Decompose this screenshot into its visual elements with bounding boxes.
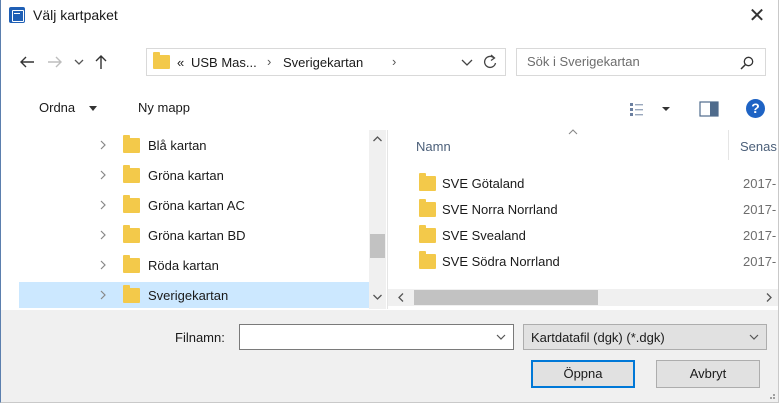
folder-icon — [123, 225, 140, 243]
filename-input[interactable] — [246, 329, 481, 344]
tree-item-sverigekartan[interactable]: Sverigekartan — [19, 282, 369, 308]
column-header-date[interactable]: Senas — [740, 139, 777, 154]
sort-ascending-icon — [568, 129, 578, 135]
preview-pane-icon[interactable] — [699, 101, 719, 117]
view-options-icon[interactable] — [629, 100, 673, 118]
chevron-right-icon[interactable] — [98, 139, 108, 151]
folder-icon — [123, 165, 140, 183]
folder-icon — [419, 199, 436, 217]
close-icon: ✕ — [748, 3, 766, 27]
file-name: SVE Södra Norrland — [442, 254, 560, 269]
column-separator[interactable] — [728, 130, 729, 160]
cancel-button[interactable]: Avbryt — [656, 360, 760, 388]
file-list: Namn Senas SVE Götaland 2017- SVE Norra … — [388, 126, 778, 309]
search-icon[interactable] — [739, 55, 755, 71]
nav-vertical-scrollbar[interactable] — [369, 130, 386, 309]
address-bar[interactable]: « USB Mas... › Sverigekartan › — [146, 48, 506, 76]
tree-item-label: Röda kartan — [148, 258, 219, 273]
scrollbar-thumb[interactable] — [414, 290, 598, 305]
file-date: 2017- — [743, 228, 777, 243]
filename-label: Filnamn: — [175, 330, 225, 345]
scroll-down-icon[interactable] — [372, 292, 383, 302]
organize-button[interactable]: Ordna — [39, 100, 75, 115]
folder-icon — [153, 52, 170, 69]
file-name: SVE Götaland — [442, 176, 525, 191]
search-input[interactable] — [527, 54, 727, 69]
open-file-dialog: Välj kartpaket ✕ « USB Mas... › Sverigek… — [0, 0, 779, 403]
chevron-right-icon[interactable] — [98, 289, 108, 301]
file-row[interactable]: SVE Svealand 2017- — [388, 222, 778, 248]
filename-combobox[interactable] — [239, 324, 514, 350]
file-name: SVE Norra Norrland — [442, 202, 558, 217]
resize-grip-icon[interactable] — [766, 390, 776, 400]
breadcrumb-sverigekartan[interactable]: Sverigekartan — [283, 55, 363, 70]
help-icon[interactable]: ? — [746, 99, 765, 118]
toolbar: Ordna Ny mapp ? — [1, 92, 778, 126]
scrollbar-thumb[interactable] — [370, 234, 385, 258]
file-date: 2017- — [743, 176, 777, 191]
scroll-left-icon[interactable] — [396, 292, 406, 303]
scroll-up-icon[interactable] — [372, 134, 383, 144]
back-arrow-icon[interactable] — [17, 52, 37, 72]
file-name: SVE Svealand — [442, 228, 526, 243]
help-glyph: ? — [751, 100, 760, 116]
file-list-horizontal-scrollbar[interactable] — [388, 289, 778, 306]
tree-item-label: Sverigekartan — [148, 288, 229, 303]
file-row[interactable]: SVE Södra Norrland 2017- — [388, 248, 778, 274]
folder-icon — [123, 255, 140, 273]
file-type-value: Kartdatafil (dgk) (*.dgk) — [531, 330, 665, 345]
forward-arrow-icon[interactable] — [45, 52, 65, 72]
breadcrumb-separator[interactable]: › — [392, 54, 396, 69]
tree-item-label: Gröna kartan BD — [148, 228, 246, 243]
file-date: 2017- — [743, 202, 777, 217]
tree-item-label: Gröna kartan — [148, 168, 224, 183]
open-button[interactable]: Öppna — [531, 360, 635, 388]
chevron-right-icon[interactable] — [98, 259, 108, 271]
app-icon — [9, 7, 25, 23]
address-overflow[interactable]: « — [177, 55, 184, 70]
chevron-down-icon[interactable] — [459, 53, 475, 71]
close-button[interactable]: ✕ — [740, 0, 774, 30]
breadcrumb-separator[interactable]: › — [267, 54, 271, 69]
column-header-row: Namn Senas — [388, 126, 778, 164]
scroll-right-icon[interactable] — [764, 292, 774, 303]
window-title: Välj kartpaket — [33, 7, 118, 23]
file-type-select[interactable]: Kartdatafil (dgk) (*.dgk) — [523, 324, 767, 350]
title-bar: Välj kartpaket ✕ — [1, 0, 778, 30]
caret-down-icon[interactable] — [89, 106, 97, 111]
tree-item-grona-kartan-bd[interactable]: Gröna kartan BD — [19, 222, 369, 248]
breadcrumb-usb[interactable]: USB Mas... — [191, 55, 257, 70]
chevron-down-icon[interactable] — [495, 331, 507, 343]
chevron-down-icon[interactable] — [748, 331, 760, 343]
file-row[interactable]: SVE Norra Norrland 2017- — [388, 196, 778, 222]
dialog-footer: Filnamn: Kartdatafil (dgk) (*.dgk) Öppna… — [1, 310, 778, 402]
recent-locations-chevron-icon[interactable] — [71, 52, 87, 72]
tree-item-bla-kartan[interactable]: Blå kartan — [19, 132, 369, 158]
folder-icon — [123, 135, 140, 153]
tree-item-roda-kartan[interactable]: Röda kartan — [19, 252, 369, 278]
column-header-name[interactable]: Namn — [416, 139, 451, 154]
tree-item-grona-kartan-ac[interactable]: Gröna kartan AC — [19, 192, 369, 218]
file-date: 2017- — [743, 254, 777, 269]
file-row[interactable]: SVE Götaland 2017- — [388, 170, 778, 196]
tree-item-label: Blå kartan — [148, 138, 207, 153]
navigation-row: « USB Mas... › Sverigekartan › — [1, 48, 778, 76]
tree-item-label: Gröna kartan AC — [148, 198, 245, 213]
new-folder-button[interactable]: Ny mapp — [138, 100, 190, 115]
folder-icon — [419, 173, 436, 191]
folder-icon — [123, 195, 140, 213]
chevron-right-icon[interactable] — [98, 169, 108, 181]
chevron-right-icon[interactable] — [98, 199, 108, 211]
folder-icon — [123, 285, 140, 303]
folder-icon — [419, 225, 436, 243]
up-arrow-icon[interactable] — [91, 52, 111, 72]
search-box[interactable] — [516, 48, 766, 76]
navigation-pane: Blå kartan Gröna kartan Gröna kartan AC … — [15, 130, 391, 309]
tree-item-grona-kartan[interactable]: Gröna kartan — [19, 162, 369, 188]
refresh-icon[interactable] — [481, 52, 499, 72]
folder-icon — [419, 251, 436, 269]
chevron-right-icon[interactable] — [98, 229, 108, 241]
